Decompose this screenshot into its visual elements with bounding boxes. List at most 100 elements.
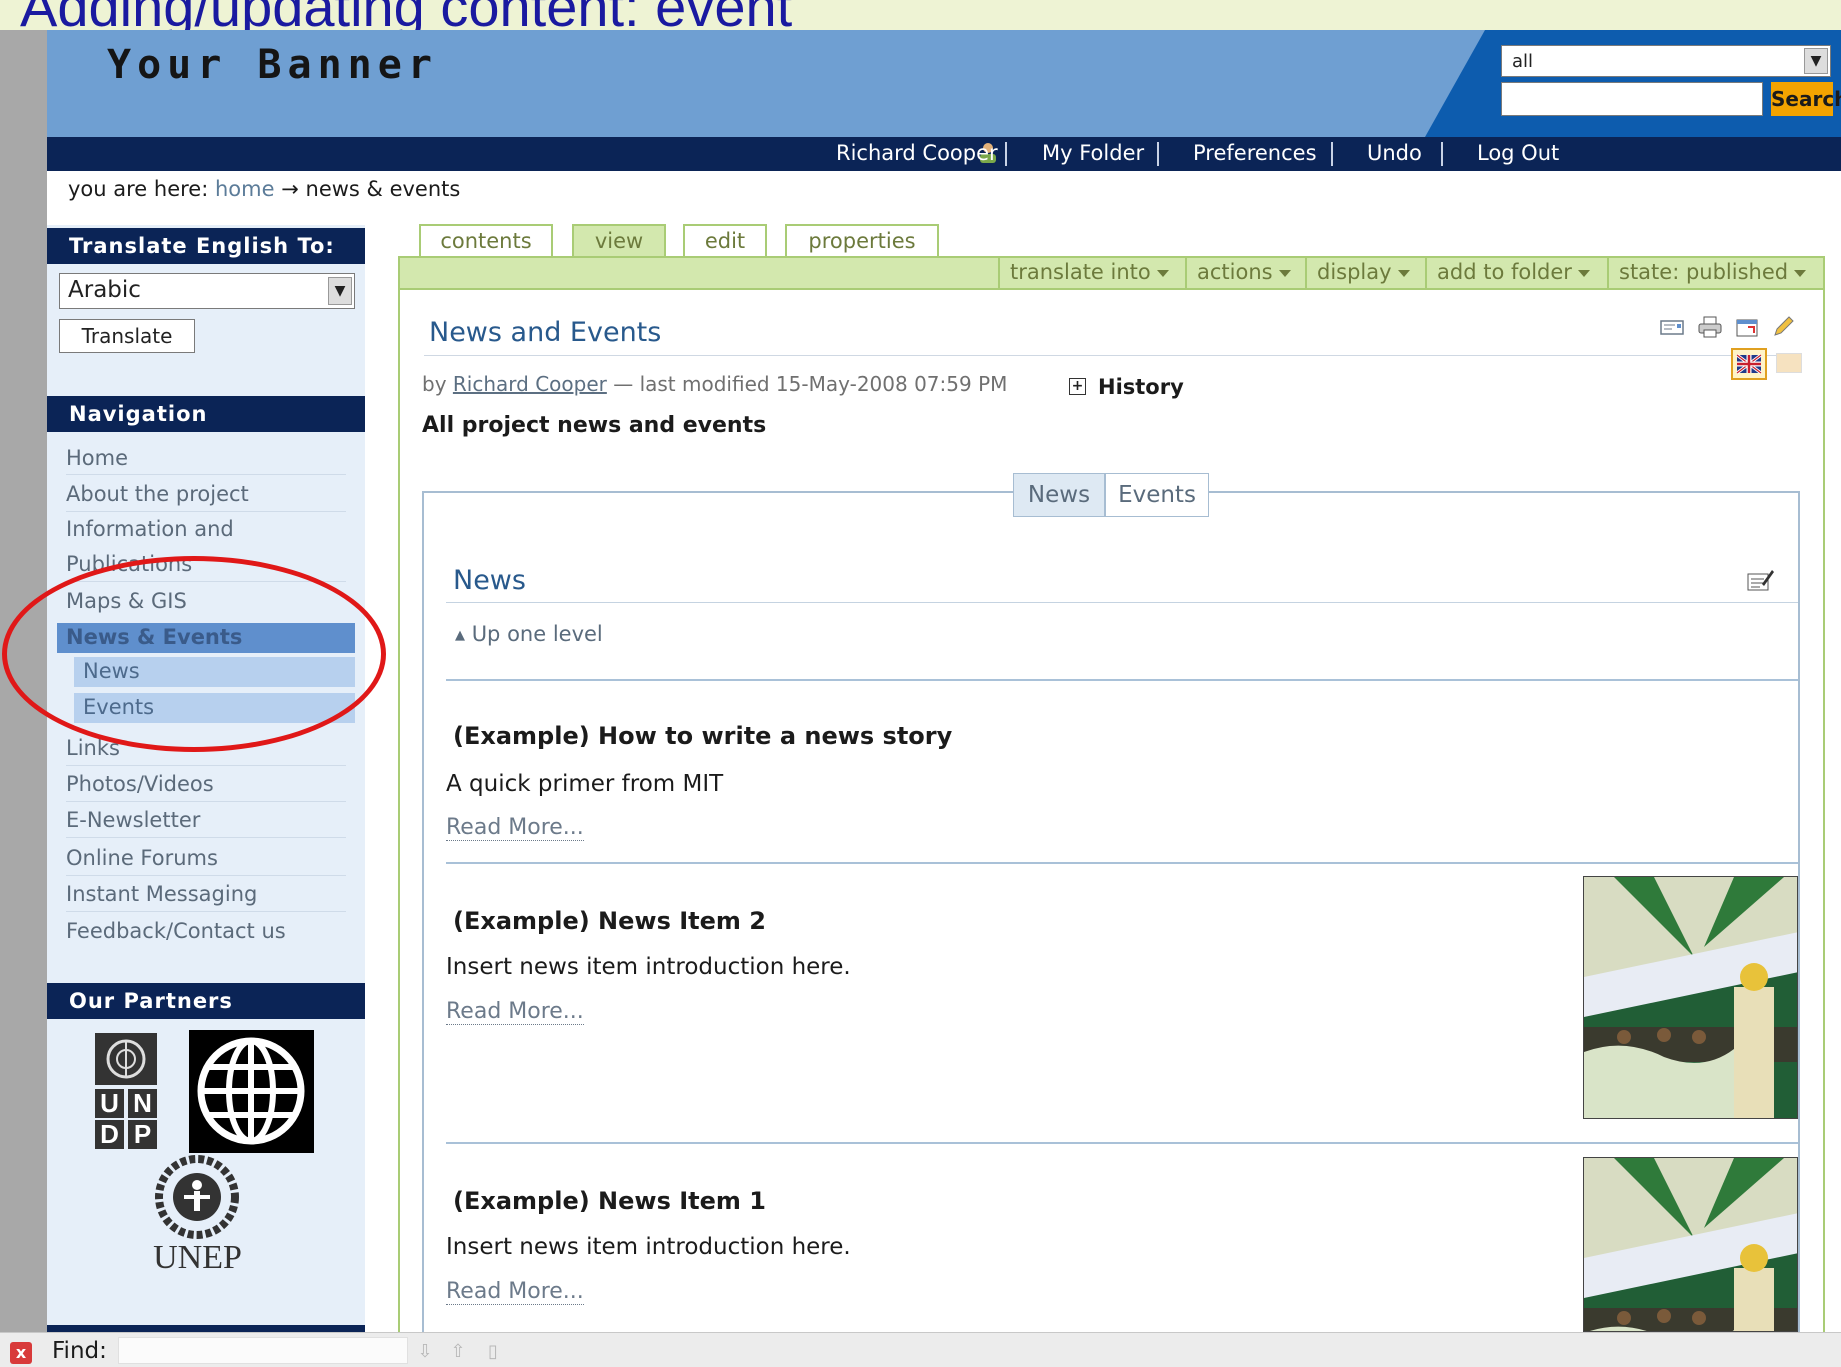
uk-flag-icon[interactable] <box>1731 348 1767 380</box>
separator <box>1185 258 1187 288</box>
nav-item-publications[interactable]: Publications <box>66 552 192 576</box>
state-menu[interactable]: state: published <box>1619 260 1807 284</box>
find-previous-icon[interactable]: ⇧ <box>447 1341 469 1363</box>
banner-title: Your Banner <box>107 42 438 88</box>
language-flag-icon[interactable] <box>1776 353 1802 373</box>
undo-link[interactable]: Undo <box>1367 141 1422 165</box>
history-link[interactable]: History <box>1098 375 1184 399</box>
search-input[interactable] <box>1501 82 1763 116</box>
history-expand-icon[interactable]: + <box>1069 378 1086 395</box>
toggle-news[interactable]: News <box>1013 473 1105 517</box>
news-item-description: Insert news item introduction here. <box>446 954 851 980</box>
nav-item-maps[interactable]: Maps & GIS <box>66 589 187 613</box>
tab-contents[interactable]: contents <box>419 224 553 256</box>
news-item-thumbnail[interactable] <box>1583 876 1798 1119</box>
site-banner: Your Banner all ▼ Search <box>47 30 1841 137</box>
world-bank-logo[interactable] <box>189 1030 314 1153</box>
state-label: state: published <box>1619 260 1789 284</box>
edit-list-icon[interactable] <box>1746 566 1776 594</box>
divider <box>66 875 346 876</box>
nav-item-feedback[interactable]: Feedback/Contact us <box>66 919 286 943</box>
dropdown-arrow-icon[interactable]: ▼ <box>328 277 352 305</box>
translate-button[interactable]: Translate <box>59 319 195 353</box>
find-input[interactable] <box>118 1337 408 1364</box>
search-button[interactable]: Search <box>1771 82 1841 116</box>
search-panel: all ▼ Search <box>1425 30 1841 137</box>
undp-logo[interactable]: U N D P <box>95 1033 157 1149</box>
read-more-link[interactable]: Read More... <box>446 999 584 1025</box>
my-folder-link[interactable]: My Folder <box>1042 141 1144 165</box>
divider <box>66 765 346 766</box>
send-to-icon[interactable] <box>1659 315 1685 339</box>
dropdown-arrow-icon[interactable]: ▼ <box>1804 48 1828 74</box>
window-edge <box>0 30 47 1332</box>
nav-subitem-events[interactable]: Events <box>74 693 355 723</box>
display-label: display <box>1317 260 1392 284</box>
tab-edit[interactable]: edit <box>683 224 767 256</box>
breadcrumb-home[interactable]: home <box>215 177 275 201</box>
news-item-title[interactable]: (Example) How to write a news story <box>453 722 952 750</box>
close-icon[interactable]: x <box>10 1342 32 1364</box>
news-item-description: A quick primer from MIT <box>446 771 724 797</box>
nav-item-links[interactable]: Links <box>66 736 120 760</box>
tab-properties[interactable]: properties <box>785 224 939 256</box>
unep-emblem-icon <box>155 1155 239 1239</box>
up-one-level-link[interactable]: ▲ Up one level <box>455 622 603 646</box>
nav-item-about[interactable]: About the project <box>66 482 249 506</box>
personal-bar-user[interactable]: Richard Cooper <box>836 141 998 165</box>
news-item-title[interactable]: (Example) News Item 1 <box>453 1187 766 1215</box>
find-next-icon[interactable]: ⇩ <box>414 1341 436 1363</box>
language-select[interactable]: Arabic ▼ <box>59 273 355 309</box>
display-menu[interactable]: display <box>1317 260 1410 284</box>
divider <box>66 511 346 512</box>
divider <box>66 911 346 912</box>
author-link[interactable]: Richard Cooper <box>453 372 607 396</box>
nav-item-newsletter[interactable]: E-Newsletter <box>66 808 200 832</box>
nav-item-home[interactable]: Home <box>66 446 128 470</box>
search-scope-select[interactable]: all ▼ <box>1501 45 1831 77</box>
byline-modified: — last modified 15-May-2008 07:59 PM <box>613 372 1008 396</box>
news-item-description: Insert news item introduction here. <box>446 1234 851 1260</box>
content-action-bar: translate into actions display add to fo… <box>398 256 1825 290</box>
language-value: Arabic <box>68 277 141 303</box>
nav-item-messaging[interactable]: Instant Messaging <box>66 882 257 906</box>
edit-pencil-icon[interactable] <box>1771 315 1797 339</box>
divider <box>446 1142 1798 1144</box>
chevron-down-icon <box>1794 269 1807 277</box>
separator <box>1005 142 1007 166</box>
log-out-link[interactable]: Log Out <box>1477 141 1559 165</box>
personal-bar: Richard Cooper My Folder Preferences Und… <box>47 137 1841 171</box>
read-more-link[interactable]: Read More... <box>446 815 584 841</box>
translate-into-menu[interactable]: translate into <box>1010 260 1169 284</box>
divider <box>446 602 1798 603</box>
toggle-events[interactable]: Events <box>1105 473 1209 517</box>
partners-heading: Our Partners <box>47 983 365 1019</box>
divider <box>424 355 1802 356</box>
nav-item-news-events[interactable]: News & Events <box>57 623 355 653</box>
tab-view[interactable]: view <box>572 224 666 258</box>
add-to-folder-label: add to folder <box>1437 260 1572 284</box>
unep-logo[interactable]: UNEP <box>140 1155 255 1276</box>
full-screen-icon[interactable] <box>1734 315 1760 339</box>
page-title: News and Events <box>429 317 662 348</box>
breadcrumb-prefix: you are here: <box>68 177 209 201</box>
highlight-all-icon[interactable]: ▯ <box>482 1341 504 1363</box>
actions-menu[interactable]: actions <box>1197 260 1291 284</box>
print-icon[interactable] <box>1697 315 1723 339</box>
globe-icon <box>197 1037 305 1145</box>
divider <box>66 837 346 838</box>
add-to-folder-menu[interactable]: add to folder <box>1437 260 1590 284</box>
nav-item-forums[interactable]: Online Forums <box>66 846 218 870</box>
actions-label: actions <box>1197 260 1273 284</box>
up-arrow-icon: ▲ <box>455 628 465 643</box>
news-heading: News <box>453 565 526 596</box>
preferences-link[interactable]: Preferences <box>1193 141 1317 165</box>
nav-item-information[interactable]: Information and <box>66 517 234 541</box>
translate-into-label: translate into <box>1010 260 1151 284</box>
nav-item-photos[interactable]: Photos/Videos <box>66 772 214 796</box>
news-item-thumbnail[interactable] <box>1583 1157 1798 1332</box>
news-item-title[interactable]: (Example) News Item 2 <box>453 907 766 935</box>
nav-item-news-events-label: News & Events <box>66 625 243 649</box>
nav-subitem-news[interactable]: News <box>74 657 355 687</box>
read-more-link[interactable]: Read More... <box>446 1279 584 1305</box>
